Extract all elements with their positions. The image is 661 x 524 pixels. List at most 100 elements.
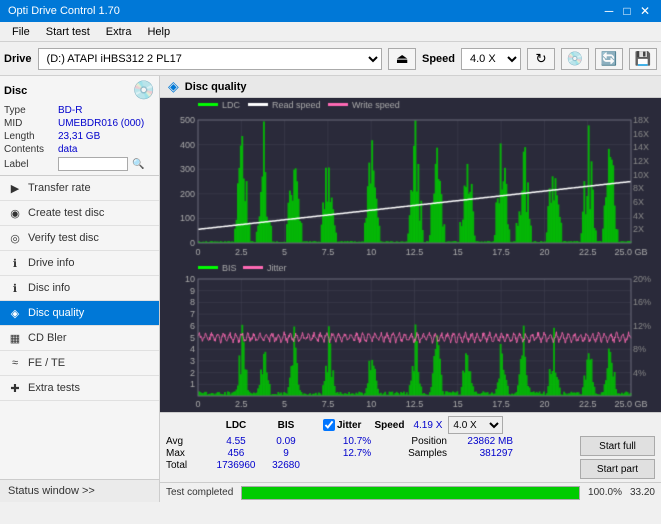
jitter-checkbox[interactable]	[323, 419, 335, 431]
main-area: Disc 💿 Type BD-R MID UMEBDR016 (000) Len…	[0, 76, 661, 502]
sidebar-item-cd-bler-label: CD Bler	[28, 332, 67, 344]
upper-chart	[160, 98, 661, 261]
avg-jitter: 10.7%	[327, 436, 387, 447]
menu-extra[interactable]: Extra	[98, 24, 140, 40]
disc-mid-row: MID UMEBDR016 (000)	[4, 118, 155, 129]
charts-area	[160, 98, 661, 412]
verify-test-disc-icon: ◎	[8, 231, 22, 245]
drive-label: Drive	[4, 53, 32, 65]
disc-label-row: Label 🔍	[4, 157, 155, 171]
stats-data-area: Avg 4.55 0.09 10.7% Position 23862 MB Ma…	[166, 436, 655, 479]
avg-ldc: 4.55	[211, 436, 261, 447]
avg-bis: 0.09	[261, 436, 311, 447]
sidebar-item-extra-tests-label: Extra tests	[28, 382, 80, 394]
disc-length-value: 23,31 GB	[58, 131, 100, 142]
max-bis: 9	[261, 448, 311, 459]
speed-select-stats[interactable]: 4.0 X	[448, 416, 503, 434]
disc-contents-value: data	[58, 144, 77, 155]
sidebar-item-transfer-rate[interactable]: ▶ Transfer rate	[0, 176, 159, 201]
sidebar-item-disc-quality-label: Disc quality	[28, 307, 84, 319]
speed-select-wrapper[interactable]: 4.0 X	[448, 416, 503, 434]
disc-icon[interactable]: 💿	[133, 80, 155, 101]
disc-header: Disc 💿	[4, 80, 155, 101]
jitter-header-group: Jitter	[323, 419, 361, 431]
disc-quality-header: ◈ Disc quality	[160, 76, 661, 98]
transfer-rate-icon: ▶	[8, 181, 22, 195]
jitter-header: Jitter	[337, 420, 361, 431]
drivebar: Drive (D:) ATAPI iHBS312 2 PL17 ⏏ Speed …	[0, 42, 661, 76]
eject-button[interactable]: ⏏	[388, 48, 416, 70]
speed-header: Speed	[369, 420, 409, 431]
disc-mid-label: MID	[4, 118, 54, 129]
progress-value: 33.20	[630, 487, 655, 498]
drive-info-icon: ℹ	[8, 256, 22, 270]
total-bis: 32680	[261, 460, 311, 471]
sidebar-item-disc-info[interactable]: ℹ Disc info	[0, 276, 159, 301]
progress-bar-inner	[242, 487, 579, 499]
fe-te-icon: ≈	[8, 356, 22, 370]
disc-quality-icon-header: ◈	[168, 78, 179, 95]
avg-label: Avg	[166, 436, 211, 447]
close-button[interactable]: ✕	[637, 3, 653, 19]
sidebar-item-fe-te[interactable]: ≈ FE / TE	[0, 351, 159, 376]
max-ldc: 456	[211, 448, 261, 459]
speed-select[interactable]: 4.0 X	[461, 48, 521, 70]
menu-file[interactable]: File	[4, 24, 38, 40]
disc-label: Disc	[4, 85, 27, 97]
total-label: Total	[166, 460, 211, 471]
status-text: Test completed	[166, 487, 233, 498]
maximize-button[interactable]: □	[619, 3, 635, 19]
sidebar-item-disc-quality[interactable]: ◈ Disc quality	[0, 301, 159, 326]
sidebar-item-drive-info-label: Drive info	[28, 257, 74, 269]
position-label: Position	[387, 436, 447, 447]
position-value: 23862 MB	[447, 436, 517, 447]
action-buttons: Start full Start part	[580, 436, 655, 479]
drive-select[interactable]: (D:) ATAPI iHBS312 2 PL17	[38, 48, 382, 70]
start-part-button[interactable]: Start part	[580, 459, 655, 479]
save-button[interactable]: 💾	[629, 48, 657, 70]
sidebar-item-drive-info[interactable]: ℹ Drive info	[0, 251, 159, 276]
cd-bler-icon: ▦	[8, 331, 22, 345]
bottom-area: LDC BIS Jitter Speed 4.19 X 4.0 X	[160, 412, 661, 482]
speed-label: Speed	[422, 53, 455, 65]
menu-start-test[interactable]: Start test	[38, 24, 98, 40]
status-window[interactable]: Status window >>	[0, 479, 159, 502]
progress-bar-outer	[241, 486, 580, 500]
bis-header: BIS	[261, 420, 311, 431]
menubar: File Start test Extra Help	[0, 22, 661, 42]
progress-percent: 100.0%	[588, 487, 622, 498]
samples-value: 381297	[447, 448, 517, 459]
minimize-button[interactable]: ─	[601, 3, 617, 19]
disc-quality-icon: ◈	[8, 306, 22, 320]
total-row: Total 1736960 32680	[166, 460, 580, 471]
disc-label-input[interactable]	[58, 157, 128, 171]
max-row: Max 456 9 12.7% Samples 381297	[166, 448, 580, 459]
sidebar-item-cd-bler[interactable]: ▦ CD Bler	[0, 326, 159, 351]
disc-button[interactable]: 💿	[561, 48, 589, 70]
disc-panel: Disc 💿 Type BD-R MID UMEBDR016 (000) Len…	[0, 76, 159, 176]
refresh-button[interactable]: ↻	[527, 48, 555, 70]
titlebar: Opti Drive Control 1.70 ─ □ ✕	[0, 0, 661, 22]
disc-contents-row: Contents data	[4, 144, 155, 155]
extra-tests-icon: ✚	[8, 381, 22, 395]
disc-type-value: BD-R	[58, 105, 82, 116]
sidebar-item-verify-test-disc[interactable]: ◎ Verify test disc	[0, 226, 159, 251]
sidebar-item-verify-test-disc-label: Verify test disc	[28, 232, 99, 244]
rw-button[interactable]: 🔄	[595, 48, 623, 70]
ldc-header: LDC	[211, 420, 261, 431]
start-full-button[interactable]: Start full	[580, 436, 655, 456]
disc-label-btn[interactable]: 🔍	[132, 159, 144, 170]
sidebar-item-create-test-disc-label: Create test disc	[28, 207, 104, 219]
disc-type-label: Type	[4, 105, 54, 116]
disc-type-row: Type BD-R	[4, 105, 155, 116]
disc-info-icon: ℹ	[8, 281, 22, 295]
disc-mid-value: UMEBDR016 (000)	[58, 118, 144, 129]
app-title: Opti Drive Control 1.70	[8, 5, 120, 17]
sidebar-item-extra-tests[interactable]: ✚ Extra tests	[0, 376, 159, 401]
create-test-disc-icon: ◉	[8, 206, 22, 220]
window-controls: ─ □ ✕	[601, 3, 653, 19]
progress-area: Test completed 100.0% 33.20	[160, 482, 661, 502]
menu-help[interactable]: Help	[139, 24, 178, 40]
disc-length-row: Length 23,31 GB	[4, 131, 155, 142]
sidebar-item-create-test-disc[interactable]: ◉ Create test disc	[0, 201, 159, 226]
